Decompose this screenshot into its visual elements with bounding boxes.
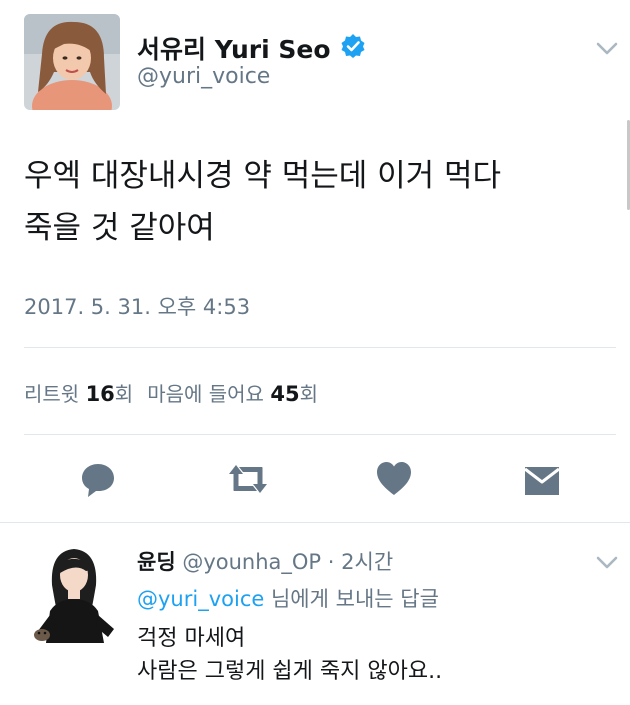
likes-count: 45 [270,382,300,406]
tweet-text-line: 우엑 대장내시경 약 먹는데 이거 먹다 [24,158,502,194]
reply-handle[interactable]: @younha_OP [182,550,321,574]
author-handle[interactable]: @yuri_voice [137,64,270,89]
tweet-stats: 리트윗 16회 마음에 들어요 45회 [24,378,318,407]
author-avatar[interactable] [24,14,120,110]
retweet-stat[interactable]: 리트윗 16회 [24,382,133,406]
reply-text: 걱정 마세여 사람은 그렇게 쉽게 죽지 않아요.. [137,622,442,688]
like-stat[interactable]: 마음에 들어요 45회 [147,382,318,406]
message-icon[interactable] [523,462,561,500]
divider [24,434,616,435]
divider [0,522,630,523]
chevron-down-icon[interactable] [596,42,618,56]
retweet-icon[interactable] [225,460,271,498]
likes-label: 마음에 들어요 [147,382,264,406]
retweets-label: 리트윗 [24,382,80,406]
reply-to-suffix: 님에게 보내는 답글 [270,587,439,611]
tweet-timestamp[interactable]: 2017. 5. 31. 오후 4:53 [24,291,250,321]
reply-display-name[interactable]: 윤딩 [137,550,176,574]
reply-to-context: @yuri_voice 님에게 보내는 답글 [137,583,439,613]
like-icon[interactable] [375,460,413,498]
reply-text-line: 걱정 마세여 [137,626,246,651]
likes-unit: 회 [299,382,318,406]
verified-badge-icon [341,34,365,58]
reply-time[interactable]: 2시간 [341,550,393,574]
reply-author-avatar[interactable] [28,545,120,643]
retweets-count: 16 [85,382,115,406]
chevron-down-icon[interactable] [596,556,618,570]
reply-text-line: 사람은 그렇게 쉽게 죽지 않아요.. [137,659,443,684]
reply-to-mention[interactable]: @yuri_voice [137,587,264,611]
reply-separator: · [327,550,335,574]
tweet-text: 우엑 대장내시경 약 먹는데 이거 먹다 죽을 것 같아여 [24,150,614,254]
reply-header: 윤딩 @younha_OP · 2시간 [137,546,393,576]
retweets-unit: 회 [114,382,134,406]
author-display-name[interactable]: 서유리 Yuri Seo [137,30,331,66]
tweet-text-line: 죽을 것 같아여 [24,210,215,246]
divider [24,347,616,348]
reply-icon[interactable] [79,460,117,498]
